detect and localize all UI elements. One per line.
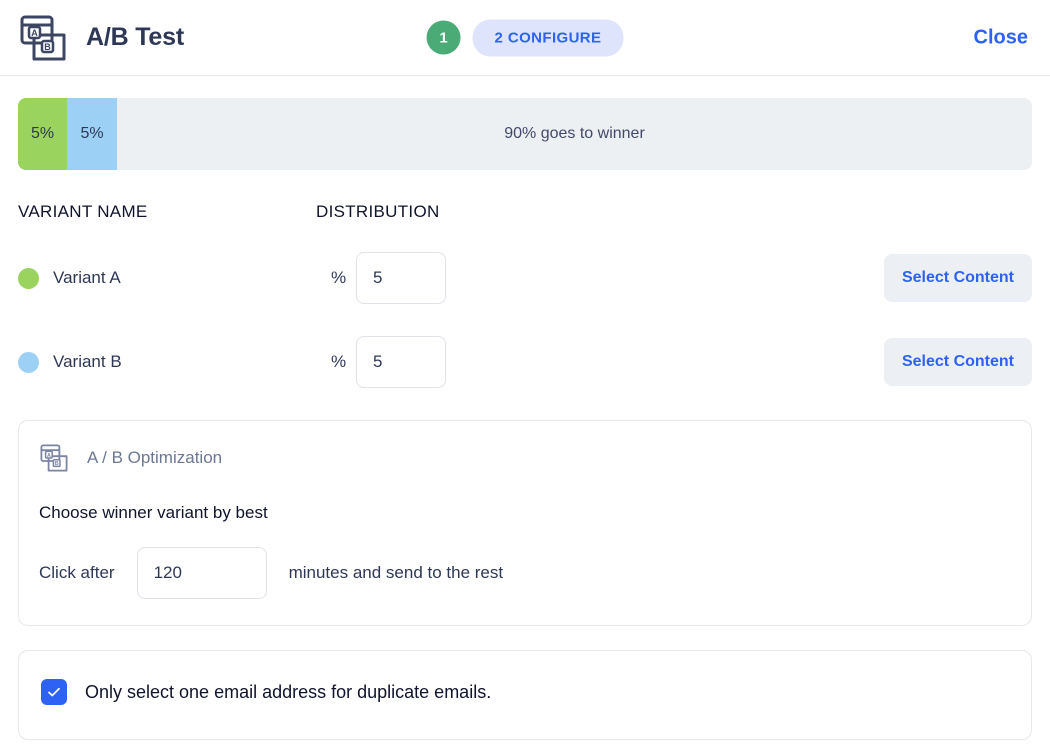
distribution-cell: % Select Content <box>316 252 1032 304</box>
table-row: Variant B % Select Content <box>18 334 1032 390</box>
select-content-button-variant-b[interactable]: Select Content <box>883 338 1032 386</box>
duplicate-emails-checkbox[interactable] <box>41 679 67 705</box>
distribution-segment-variant-b: 5% <box>67 98 117 170</box>
variant-a-percent-input[interactable] <box>356 252 446 304</box>
distribution-bar: 5% 5% 90% goes to winner <box>18 98 1032 170</box>
minutes-suffix-label: minutes and send to the rest <box>288 563 504 582</box>
winner-metric-row: Click after minutes and send to the rest <box>39 547 1011 599</box>
choose-winner-label: Choose winner variant by best <box>39 503 268 522</box>
variant-color-dot-icon <box>18 351 39 373</box>
column-header-distribution: DISTRIBUTION <box>316 202 440 221</box>
svg-text:A: A <box>31 28 38 38</box>
main-content: 5% 5% 90% goes to winner VARIANT NAME DI… <box>0 76 1050 740</box>
ab-optimization-title: A / B Optimization <box>87 448 223 467</box>
percent-symbol: % <box>331 352 347 371</box>
svg-text:B: B <box>44 42 51 52</box>
table-row: Variant A % Select Content <box>18 250 1032 306</box>
column-header-variant-name: VARIANT NAME <box>18 202 148 221</box>
distribution-winner-label: 90% goes to winner <box>504 125 645 142</box>
step-1-circle[interactable]: 1 <box>426 20 461 55</box>
variant-color-dot-icon <box>18 267 39 289</box>
distribution-segment-variant-a: 5% <box>18 98 67 170</box>
table-header-row: VARIANT NAME DISTRIBUTION <box>18 202 1032 222</box>
duplicate-emails-label: Only select one email address for duplic… <box>85 681 492 702</box>
variant-label: Variant A <box>53 268 121 287</box>
minutes-input[interactable] <box>136 547 267 599</box>
variant-name-cell: Variant B <box>18 351 316 373</box>
ab-test-icon: A B <box>39 443 69 473</box>
close-button[interactable]: Close <box>974 26 1028 49</box>
svg-text:A: A <box>47 453 51 459</box>
app-header: A B A/B Test 1 2 CONFIGURE Close <box>0 0 1050 76</box>
distribution-cell: % Select Content <box>316 336 1032 388</box>
variant-label: Variant B <box>53 352 122 371</box>
ab-optimization-card-header: A B A / B Optimization <box>39 443 1011 473</box>
duplicate-emails-card: Only select one email address for duplic… <box>18 650 1032 740</box>
page-title: A/B Test <box>86 23 184 51</box>
brand: A B A/B Test <box>18 13 184 63</box>
variant-b-percent-input[interactable] <box>356 336 446 388</box>
variants-table: VARIANT NAME DISTRIBUTION Variant A % Se… <box>18 202 1032 390</box>
check-icon <box>48 687 60 697</box>
select-content-button-variant-a[interactable]: Select Content <box>883 254 1032 302</box>
variant-name-cell: Variant A <box>18 267 316 289</box>
step-2-configure-tab[interactable]: 2 CONFIGURE <box>472 19 624 56</box>
ab-optimization-card: A B A / B Optimization Choose winner var… <box>18 420 1032 626</box>
step-indicator: 1 2 CONFIGURE <box>426 19 624 56</box>
ab-test-icon: A B <box>18 13 68 63</box>
svg-text:B: B <box>55 461 59 467</box>
percent-symbol: % <box>331 268 347 287</box>
metric-label: Click after <box>39 563 115 582</box>
